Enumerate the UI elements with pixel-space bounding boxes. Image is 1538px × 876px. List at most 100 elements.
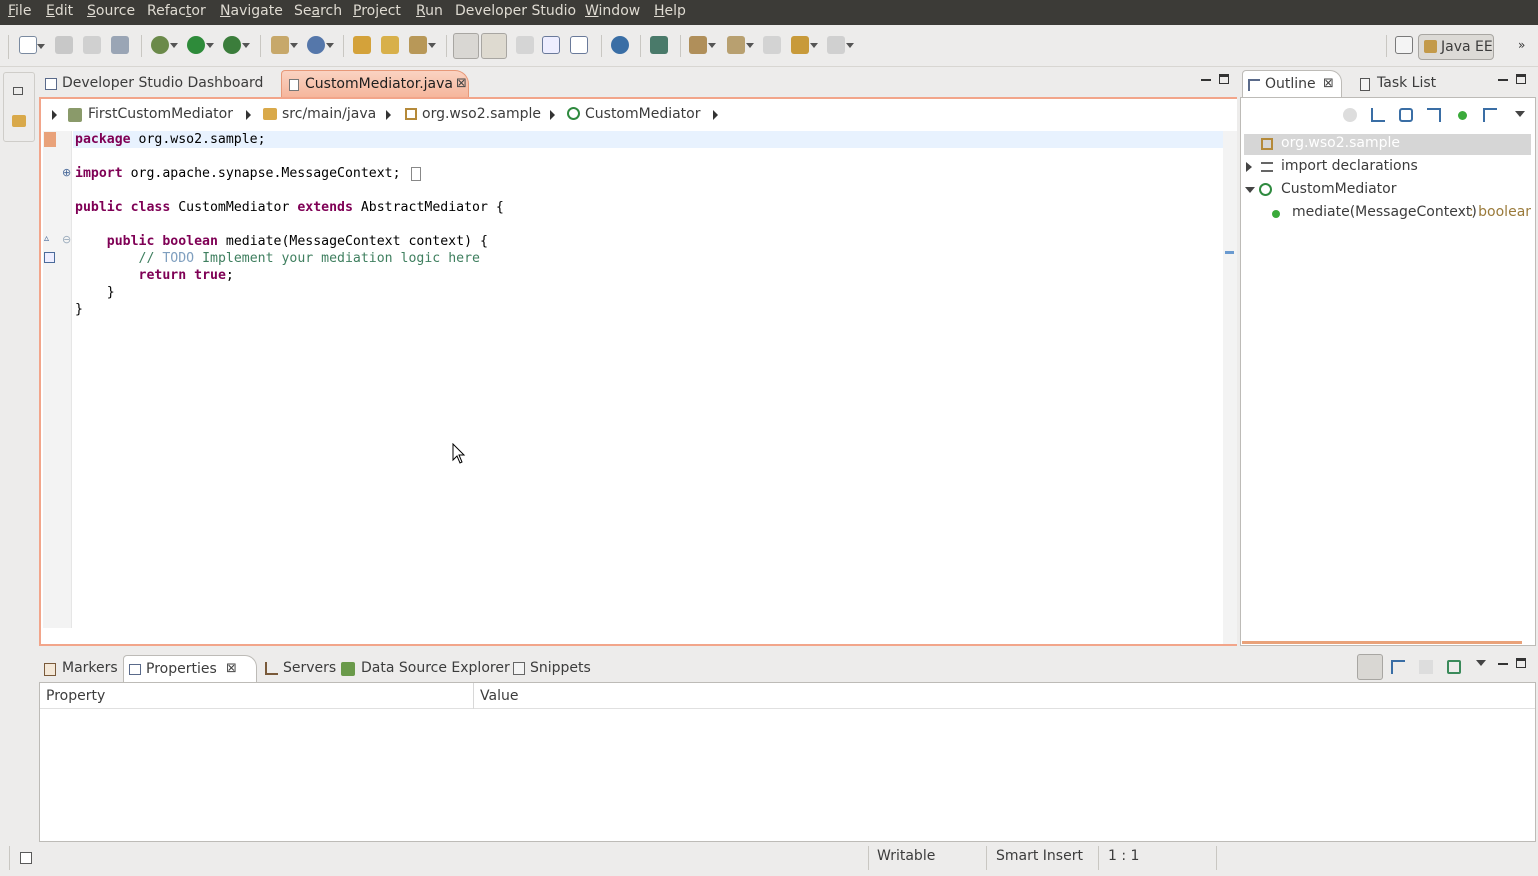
menu-navigate[interactable]: Navigate — [220, 3, 283, 19]
expand-icon[interactable]: ⊕ — [62, 166, 71, 179]
tab-snippets[interactable]: Snippets — [511, 655, 595, 683]
hide-local-types-icon[interactable] — [1483, 108, 1497, 122]
chevron-down-icon[interactable] — [1245, 187, 1255, 193]
web-browser-icon[interactable] — [611, 36, 629, 54]
focus-active-task-icon[interactable] — [1343, 108, 1357, 122]
search-icon[interactable] — [409, 36, 436, 54]
menu-refactor[interactable]: Refactor — [147, 3, 206, 19]
menu-project[interactable]: Project — [353, 3, 401, 19]
menu-source[interactable]: Source — [87, 3, 135, 19]
next-annotation-icon[interactable] — [689, 36, 716, 54]
menu-edit[interactable]: Edit — [46, 3, 73, 19]
last-edit-location-icon[interactable] — [763, 36, 781, 54]
tab-properties[interactable]: Properties ⊠ — [123, 655, 257, 683]
new-server-icon[interactable] — [271, 36, 298, 54]
block-selection-icon[interactable] — [516, 36, 534, 54]
restore-default-icon[interactable] — [1419, 660, 1433, 674]
hide-non-public-icon[interactable] — [1458, 111, 1467, 120]
menu-window[interactable]: Window — [585, 3, 640, 19]
save-icon[interactable] — [55, 36, 73, 54]
pin-icon[interactable] — [1447, 660, 1461, 674]
forward-icon[interactable] — [827, 36, 854, 54]
maximize-icon[interactable] — [1219, 74, 1229, 84]
chevron-right-icon[interactable] — [713, 110, 718, 120]
previous-annotation-icon[interactable] — [727, 36, 754, 54]
outline-item-class[interactable]: CustomMediator — [1244, 180, 1531, 201]
hide-fields-icon[interactable] — [1399, 108, 1413, 122]
new-java-class-icon[interactable] — [307, 36, 334, 54]
print-icon[interactable] — [111, 36, 129, 54]
debug-icon[interactable] — [151, 36, 178, 54]
chevron-right-icon[interactable] — [386, 110, 391, 120]
tab-markers[interactable]: Markers — [41, 655, 123, 683]
column-divider[interactable] — [473, 683, 474, 709]
menu-developer-studio[interactable]: Developer Studio — [455, 3, 576, 19]
minimize-icon[interactable] — [1498, 79, 1508, 81]
back-icon[interactable] — [791, 36, 818, 54]
open-type-icon[interactable] — [353, 36, 371, 54]
column-value[interactable]: Value — [480, 688, 518, 704]
minimize-icon[interactable] — [1498, 663, 1508, 665]
view-menu-icon[interactable] — [1515, 111, 1525, 117]
source-folder-icon — [263, 108, 277, 120]
perspective-java-ee-button[interactable]: Java EE — [1418, 34, 1494, 60]
sort-icon[interactable] — [1371, 108, 1385, 122]
toggle-breadcrumb-icon[interactable] — [453, 33, 479, 59]
show-advanced-icon[interactable] — [1391, 660, 1405, 674]
tab-outline[interactable]: Outline ⊠ — [1242, 70, 1342, 98]
minimize-icon[interactable] — [1201, 79, 1211, 81]
menu-help[interactable]: Help — [654, 3, 686, 19]
outline-item-method[interactable]: mediate(MessageContext) : boolean — [1244, 203, 1531, 224]
chevron-more-icon[interactable]: » — [1518, 38, 1525, 52]
restore-icon[interactable] — [13, 87, 23, 95]
synchronize-icon[interactable] — [650, 36, 668, 54]
tab-label: Servers — [283, 660, 337, 676]
collapse-icon[interactable]: ⊖ — [62, 233, 71, 246]
breadcrumb-class[interactable]: CustomMediator — [585, 106, 701, 122]
save-all-icon[interactable] — [83, 36, 101, 54]
run-external-tools-icon[interactable] — [223, 36, 250, 54]
maximize-icon[interactable] — [1516, 74, 1526, 84]
tab-task-list[interactable]: Task List — [1356, 70, 1466, 98]
breadcrumb-source-folder[interactable]: src/main/java — [282, 106, 376, 122]
fast-view-icon[interactable] — [20, 852, 32, 864]
folded-imports-box[interactable] — [411, 167, 421, 181]
outline-label: org.wso2.sample — [1281, 135, 1400, 151]
menu-run[interactable]: Run — [416, 3, 443, 19]
outline-item-package[interactable]: org.wso2.sample — [1244, 134, 1531, 155]
show-whitespace-icon[interactable] — [570, 36, 588, 54]
code-editor[interactable]: ⊕ ▵ ⊖ package org.wso2.sample; import or… — [43, 131, 1237, 644]
menu-search[interactable]: Search — [294, 3, 342, 19]
task-overview-marker[interactable] — [1225, 251, 1234, 254]
open-resource-icon[interactable] — [381, 36, 399, 54]
chevron-right-icon[interactable] — [52, 110, 57, 120]
tab-data-source-explorer[interactable]: Data Source Explorer — [339, 655, 510, 683]
hide-static-icon[interactable] — [1427, 108, 1441, 122]
new-icon[interactable] — [19, 36, 45, 54]
chevron-right-icon[interactable] — [1246, 162, 1252, 172]
run-icon[interactable] — [187, 36, 214, 54]
close-icon[interactable]: ⊠ — [456, 76, 467, 91]
close-icon[interactable]: ⊠ — [226, 661, 237, 676]
chevron-right-icon[interactable] — [550, 110, 555, 120]
column-property[interactable]: Property — [46, 688, 105, 704]
view-menu-icon[interactable] — [1476, 660, 1486, 666]
show-source-icon[interactable] — [542, 36, 560, 54]
menu-file[interactable]: File — [8, 3, 31, 19]
mark-occurrences-icon[interactable] — [481, 33, 507, 59]
overview-ruler — [1223, 131, 1237, 644]
tab-label: Data Source Explorer — [361, 660, 510, 676]
outline-item-imports[interactable]: import declarations — [1244, 157, 1531, 178]
show-categories-icon[interactable] — [1357, 654, 1383, 680]
chevron-right-icon[interactable] — [246, 110, 251, 120]
tab-custom-mediator-java[interactable]: CustomMediator.java ⊠ — [281, 70, 469, 98]
maximize-icon[interactable] — [1516, 658, 1526, 668]
tab-developer-studio-dashboard[interactable]: Developer Studio Dashboard — [41, 70, 281, 98]
package-explorer-icon[interactable] — [12, 115, 26, 127]
vertical-ruler: ⊕ ▵ ⊖ — [43, 131, 72, 628]
tab-servers[interactable]: Servers — [263, 655, 337, 683]
close-icon[interactable]: ⊠ — [1323, 76, 1334, 91]
breadcrumb-package[interactable]: org.wso2.sample — [422, 106, 541, 122]
breadcrumb-project[interactable]: FirstCustomMediator — [88, 106, 233, 122]
open-perspective-icon[interactable] — [1395, 36, 1413, 54]
